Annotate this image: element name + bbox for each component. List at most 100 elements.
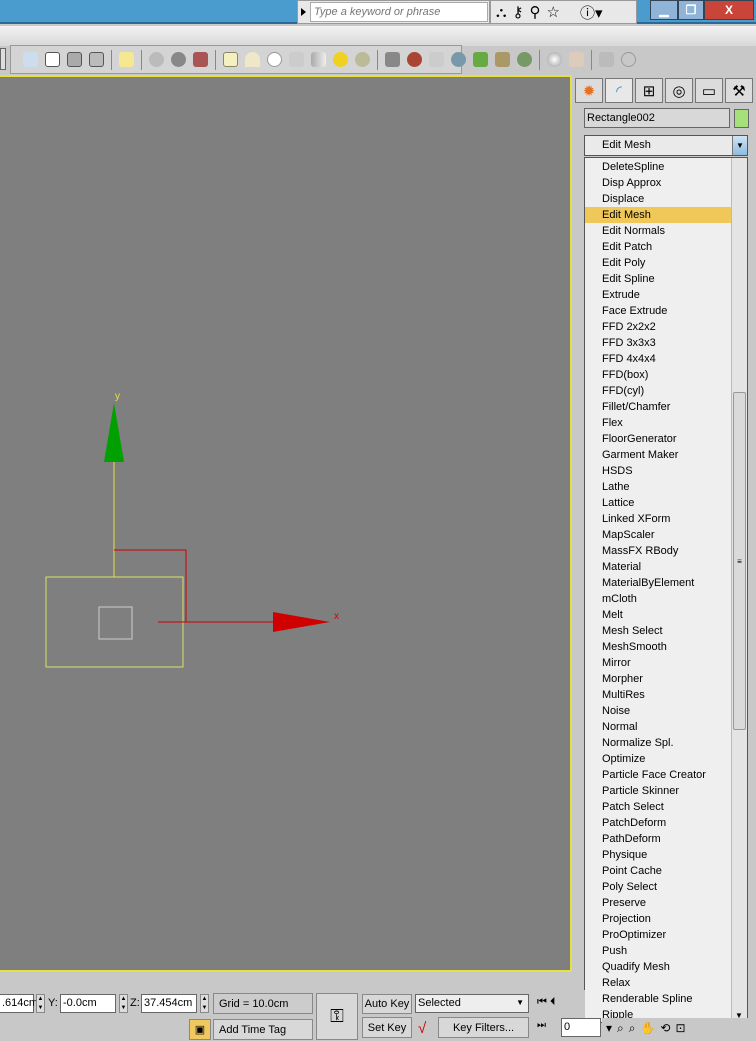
modifier-list-item[interactable]: Particle Face Creator — [585, 767, 732, 783]
key-mode-select[interactable]: Selected ▼ — [415, 994, 529, 1013]
modify-tab-icon[interactable]: ◜ — [605, 78, 633, 103]
curve-editor-icon[interactable]: √ — [418, 1020, 426, 1037]
set-key-button[interactable]: Set Key — [362, 1017, 412, 1038]
viewport-navigation[interactable]: ▾⌕⌕✋⟲⊡ — [602, 1018, 756, 1041]
z-spinner[interactable]: ▲ ▼ — [200, 994, 209, 1013]
modifier-list-item[interactable]: Particle Skinner — [585, 783, 732, 799]
modifier-list-item[interactable]: Physique — [585, 847, 732, 863]
plane-icon[interactable] — [223, 52, 238, 67]
chevron-down-icon[interactable]: ▼ — [732, 136, 747, 155]
search-input[interactable] — [310, 2, 488, 22]
modifier-list-item[interactable]: Renderable Spline — [585, 991, 732, 1007]
sphere-icon[interactable] — [267, 52, 282, 67]
set-key-icon[interactable]: ⚿ — [316, 993, 358, 1040]
globe-icon[interactable] — [451, 52, 466, 67]
binoculars-icon[interactable]: ⛬ — [496, 4, 507, 21]
modifier-list-item[interactable]: MapScaler — [585, 527, 732, 543]
scatter-icon[interactable] — [495, 52, 510, 67]
modifier-list-item[interactable]: Fillet/Chamfer — [585, 399, 732, 415]
modifier-list-item[interactable]: Point Cache — [585, 863, 732, 879]
modifier-list-item[interactable]: Extrude — [585, 287, 732, 303]
display-tab-icon[interactable]: ▭ — [695, 78, 723, 103]
modifier-list-item[interactable]: FFD 4x4x4 — [585, 351, 732, 367]
modifier-list-item[interactable]: Face Extrude — [585, 303, 732, 319]
key-mode-toggle-icon[interactable]: ⏭ — [537, 1020, 546, 1031]
z-coord-field[interactable]: 37.454cm — [141, 994, 197, 1013]
dome-icon[interactable] — [245, 52, 260, 67]
close-button[interactable]: X — [704, 0, 754, 20]
hierarchy-tab-icon[interactable]: ⊞ — [635, 78, 663, 103]
character-icon[interactable] — [171, 52, 186, 67]
utilities-tab-icon[interactable]: ⚒ — [725, 78, 753, 103]
key-filters-button[interactable]: Key Filters... — [438, 1017, 529, 1038]
cloth-icon[interactable] — [385, 52, 400, 67]
modifier-list-item[interactable]: PatchDeform — [585, 815, 732, 831]
satellite-icon[interactable]: ⚲ — [530, 3, 541, 21]
material-editor-icon[interactable] — [569, 52, 584, 67]
modifier-list-item[interactable]: Normal — [585, 719, 732, 735]
sky-icon[interactable] — [355, 52, 370, 67]
modifier-list-item[interactable]: Poly Select — [585, 879, 732, 895]
help-icon[interactable]: ⓘ▾ — [580, 2, 603, 23]
motion-tab-icon[interactable]: ◎ — [665, 78, 693, 103]
render-frame-icon[interactable] — [45, 52, 60, 67]
modifier-list-item[interactable]: DeleteSpline — [585, 159, 732, 175]
light-lister-icon[interactable] — [119, 52, 134, 67]
crowd-icon[interactable] — [193, 52, 208, 67]
biped-icon[interactable] — [149, 52, 164, 67]
chevron-down-icon[interactable]: ▼ — [516, 998, 524, 1007]
sun-icon[interactable] — [333, 52, 348, 67]
y-spinner[interactable]: ▲ ▼ — [119, 994, 128, 1013]
add-time-tag-button[interactable]: Add Time Tag — [213, 1019, 313, 1040]
rendered-frame-icon[interactable] — [89, 52, 104, 67]
modifier-list-dropdown[interactable]: Edit Mesh ▼ — [584, 135, 748, 156]
scrollbar[interactable]: ≡ ▼ — [731, 158, 747, 1022]
object-color-swatch[interactable] — [734, 109, 749, 128]
foliage-icon[interactable] — [473, 52, 488, 67]
modifier-list-item[interactable]: Edit Poly — [585, 255, 732, 271]
modifier-list-item[interactable]: mCloth — [585, 591, 732, 607]
modifier-list-item[interactable]: Normalize Spl. — [585, 735, 732, 751]
modifier-list-item[interactable]: FFD(box) — [585, 367, 732, 383]
modifier-list-item[interactable]: Optimize — [585, 751, 732, 767]
star-icon[interactable]: ☆ — [547, 3, 560, 21]
modifier-list-item[interactable]: Flex — [585, 415, 732, 431]
modifier-list-item[interactable]: MassFX RBody — [585, 543, 732, 559]
modifier-list-item[interactable]: FloorGenerator — [585, 431, 732, 447]
render-setup-icon[interactable] — [67, 52, 82, 67]
x-coord-field[interactable]: .614cm — [0, 994, 38, 1013]
modifier-list-item[interactable]: MeshSmooth — [585, 639, 732, 655]
modifier-list-item[interactable]: FFD(cyl) — [585, 383, 732, 399]
hair-icon[interactable] — [429, 52, 444, 67]
modifier-list-item[interactable]: Quadify Mesh — [585, 959, 732, 975]
particle-icon[interactable] — [407, 52, 422, 67]
modifier-list-item[interactable]: FFD 2x2x2 — [585, 319, 732, 335]
modifier-list-item[interactable]: MaterialByElement — [585, 575, 732, 591]
modifier-list-item[interactable]: Edit Patch — [585, 239, 732, 255]
modifier-list-item[interactable]: Material — [585, 559, 732, 575]
modifier-list-item[interactable]: Edit Spline — [585, 271, 732, 287]
expand-arrow-icon[interactable] — [301, 8, 306, 16]
modifier-list-item[interactable]: Edit Mesh — [585, 207, 732, 223]
modifier-list-item[interactable]: Patch Select — [585, 799, 732, 815]
modifier-list-item[interactable]: Morpher — [585, 671, 732, 687]
modifier-list-item[interactable]: Mesh Select — [585, 623, 732, 639]
modifier-list-item[interactable]: Projection — [585, 911, 732, 927]
scene-explorer-icon[interactable] — [599, 52, 614, 67]
create-tab-icon[interactable]: ✹ — [575, 78, 603, 103]
modifier-list-item[interactable]: Noise — [585, 703, 732, 719]
modifier-list-item[interactable]: Push — [585, 943, 732, 959]
material-icon[interactable] — [547, 52, 562, 67]
modifier-list-item[interactable]: PathDeform — [585, 831, 732, 847]
modifier-list-item[interactable]: Garment Maker — [585, 447, 732, 463]
x-spinner[interactable]: ▲ ▼ — [36, 994, 45, 1013]
teapot-render-icon[interactable] — [23, 52, 38, 67]
key-icon[interactable]: ⚷ — [513, 3, 524, 21]
modifier-list-item[interactable]: ProOptimizer — [585, 927, 732, 943]
current-frame-field[interactable]: 0 — [561, 1018, 601, 1037]
minimize-button[interactable]: ▁ — [650, 0, 678, 20]
modifier-list-item[interactable]: Relax — [585, 975, 732, 991]
modifier-list-item[interactable]: Linked XForm — [585, 511, 732, 527]
help-icon[interactable] — [621, 52, 636, 67]
modifier-list-item[interactable]: MultiRes — [585, 687, 732, 703]
